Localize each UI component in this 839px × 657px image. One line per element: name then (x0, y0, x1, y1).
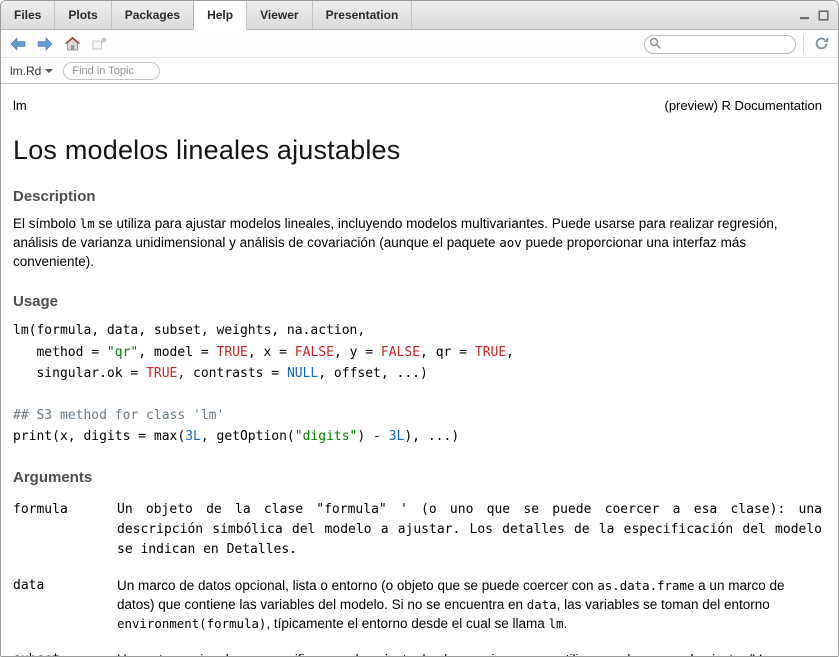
forward-arrow-icon[interactable] (35, 34, 55, 54)
home-icon[interactable] (62, 34, 82, 54)
tabbar-spacer (412, 1, 799, 29)
chevron-down-icon (45, 69, 53, 73)
minimize-pane-icon[interactable] (799, 10, 810, 21)
search-icon (649, 37, 662, 55)
show-in-new-window-icon[interactable] (89, 34, 109, 54)
help-search-box (644, 34, 796, 53)
arg-name-formula: formula (13, 500, 117, 560)
usage-code-block: lm(formula, data, subset, weights, na.ac… (13, 320, 822, 446)
arguments-table: formula Un objeto de la clase "formula" … (13, 500, 822, 656)
tab-presentation-label: Presentation (326, 8, 399, 22)
pane-window-controls (799, 1, 838, 29)
tab-presentation[interactable]: Presentation (313, 1, 413, 29)
topic-file-label: lm.Rd (10, 64, 41, 78)
tab-help[interactable]: Help (193, 1, 247, 30)
refresh-icon[interactable] (811, 34, 831, 54)
tab-files[interactable]: Files (1, 1, 55, 29)
section-usage-heading: Usage (13, 293, 822, 310)
tab-packages-label: Packages (125, 8, 180, 22)
arg-desc-data: Un marco de datos opcional, lista o ento… (117, 576, 822, 633)
back-arrow-icon[interactable] (8, 34, 28, 54)
doc-type-label: (preview) R Documentation (664, 98, 822, 113)
tab-packages[interactable]: Packages (112, 1, 194, 29)
help-content[interactable]: lm (preview) R Documentation Los modelos… (1, 84, 838, 656)
topic-bar: lm.Rd (1, 58, 838, 84)
arg-name-subset: subset (13, 650, 117, 656)
arg-desc-subset: Un vector opcional que especifica un sub… (117, 650, 822, 656)
arg-name-data: data (13, 576, 117, 633)
tab-viewer-label: Viewer (260, 8, 298, 22)
topic-file-selector[interactable]: lm.Rd (10, 64, 53, 78)
section-arguments-heading: Arguments (13, 469, 822, 486)
pane-tabbar: Files Plots Packages Help Viewer Present… (1, 1, 838, 30)
doc-header: lm (preview) R Documentation (13, 98, 822, 113)
tab-plots-label: Plots (68, 8, 97, 22)
rstudio-help-pane: Files Plots Packages Help Viewer Present… (0, 0, 839, 657)
tab-files-label: Files (14, 8, 41, 22)
section-description-heading: Description (13, 188, 822, 205)
tab-help-label: Help (207, 8, 233, 22)
maximize-pane-icon[interactable] (818, 10, 829, 21)
help-search-input[interactable] (644, 35, 796, 54)
doc-title: Los modelos lineales ajustables (13, 135, 822, 166)
help-toolbar (1, 30, 838, 58)
toolbar-divider (803, 35, 804, 53)
doc-package-name: lm (13, 98, 27, 113)
tab-viewer[interactable]: Viewer (247, 1, 312, 29)
find-in-topic-input[interactable] (63, 62, 160, 80)
description-paragraph: El símbolo lm se utiliza para ajustar mo… (13, 214, 822, 271)
tab-plots[interactable]: Plots (55, 1, 111, 29)
arg-desc-formula: Un objeto de la clase "formula" ' (o uno… (117, 500, 822, 560)
